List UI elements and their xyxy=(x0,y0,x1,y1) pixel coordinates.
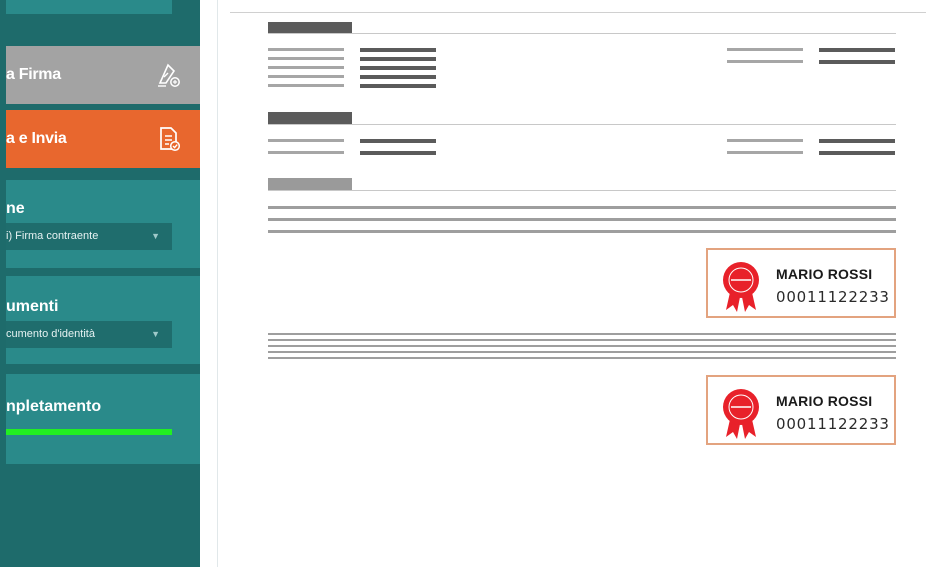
doc-rule-1 xyxy=(268,33,896,34)
doc-line xyxy=(268,339,896,341)
signature-box-1[interactable]: MARIO ROSSI 00011122233 xyxy=(706,248,896,318)
doc-line xyxy=(727,48,803,51)
doc-line xyxy=(360,48,436,52)
signer-code: 00011122233 xyxy=(776,288,890,306)
signer-name: MARIO ROSSI xyxy=(776,266,873,282)
signature-box-2[interactable]: MARIO ROSSI 00011122233 xyxy=(706,375,896,445)
document-preview: MARIO ROSSI 00011122233 MARIO ROSSI 0001… xyxy=(0,0,926,567)
doc-line xyxy=(360,139,436,143)
doc-line xyxy=(268,48,344,51)
doc-line xyxy=(727,60,803,63)
doc-line xyxy=(268,345,896,347)
doc-line xyxy=(268,333,896,335)
signer-code: 00011122233 xyxy=(776,415,890,433)
doc-line xyxy=(268,351,896,353)
doc-line xyxy=(268,66,344,69)
doc-line xyxy=(727,139,803,142)
doc-line xyxy=(268,57,344,60)
doc-line xyxy=(819,139,895,143)
doc-line xyxy=(819,151,895,155)
doc-line xyxy=(268,151,344,154)
doc-line xyxy=(268,206,896,209)
doc-rule-2 xyxy=(268,124,896,125)
doc-line xyxy=(268,218,896,221)
doc-line xyxy=(360,84,436,88)
doc-line xyxy=(727,151,803,154)
doc-line xyxy=(268,84,344,87)
seal-ribbon-icon xyxy=(723,262,759,312)
doc-line xyxy=(360,66,436,70)
doc-line xyxy=(268,75,344,78)
doc-line xyxy=(268,139,344,142)
seal-ribbon-icon xyxy=(723,389,759,439)
doc-line xyxy=(268,357,896,359)
doc-heading-3 xyxy=(268,178,352,190)
doc-heading-2 xyxy=(268,112,352,124)
doc-line xyxy=(360,151,436,155)
doc-line xyxy=(268,230,896,233)
doc-line xyxy=(819,60,895,64)
doc-rule-3 xyxy=(268,190,896,191)
doc-line xyxy=(360,75,436,79)
signer-name: MARIO ROSSI xyxy=(776,393,873,409)
doc-line xyxy=(819,48,895,52)
doc-line xyxy=(360,57,436,61)
